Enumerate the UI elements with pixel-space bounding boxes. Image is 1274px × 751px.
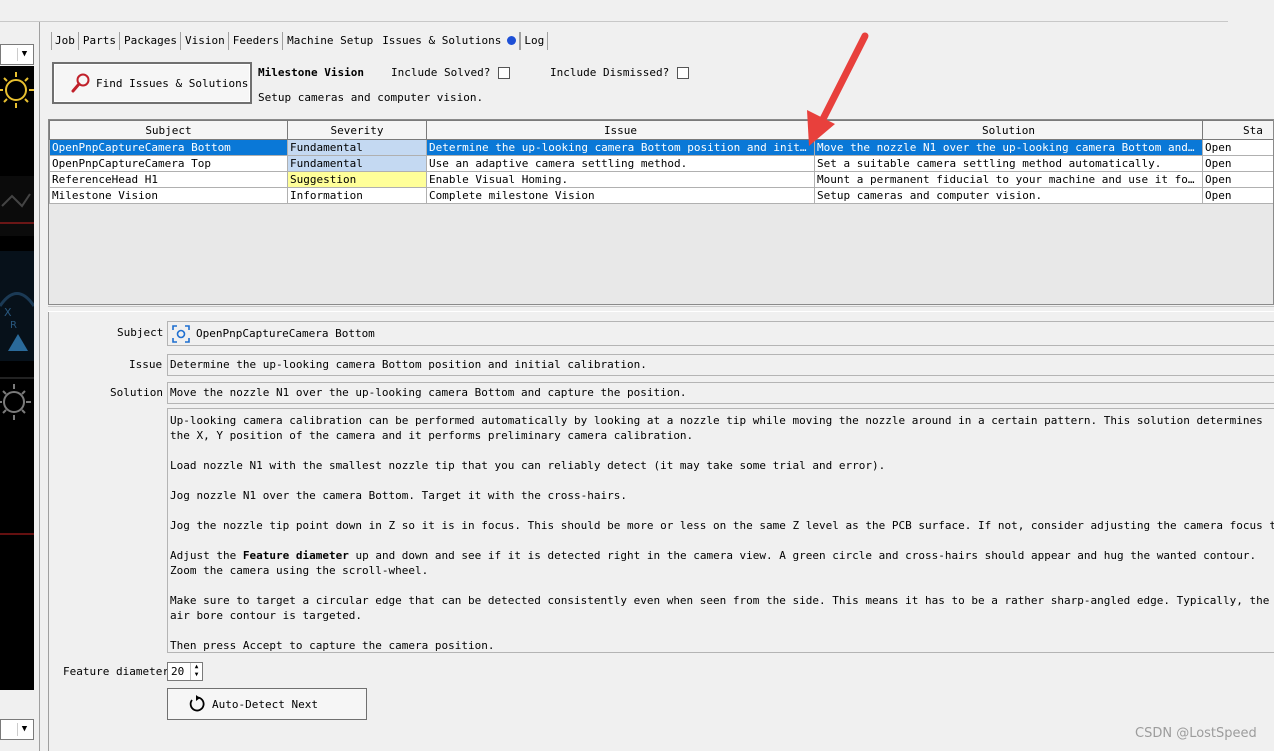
cell-state: Open <box>1202 187 1273 204</box>
include-solved-label: Include Solved? <box>391 66 491 79</box>
subject-label: Subject <box>117 326 164 339</box>
refresh-icon <box>189 695 205 712</box>
status-dot-icon <box>507 36 517 45</box>
cell-solution: Setup cameras and computer vision. <box>814 187 1203 204</box>
auto-detect-label: Auto-Detect Next <box>212 697 318 711</box>
tab-packages[interactable]: Packages <box>120 32 181 50</box>
table-row[interactable]: OpenPnpCaptureCamera Top Fundamental Use… <box>49 155 1273 172</box>
subject-field: OpenPnpCaptureCamera Bottom <box>167 321 1274 346</box>
chevron-down-icon[interactable]: ▼ <box>17 48 31 61</box>
watermark-text: CSDN @LostSpeed <box>1135 726 1257 741</box>
tab-vision[interactable]: Vision <box>181 32 229 50</box>
instruction-paragraph: Make sure to target a circular edge that… <box>170 594 1270 622</box>
instructions-text[interactable]: Up-looking camera calibration can be per… <box>167 408 1274 653</box>
solution-label: Solution <box>110 386 163 399</box>
instruction-paragraph: Load nozzle N1 with the smallest nozzle … <box>170 459 886 472</box>
issue-detail-panel: Subject OpenPnpCaptureCamera Bottom Issu… <box>48 312 1274 751</box>
tab-feeders[interactable]: Feeders <box>229 32 284 50</box>
feature-diameter-label: Feature diameter <box>63 665 169 678</box>
include-dismissed-label: Include Dismissed? <box>550 66 670 79</box>
auto-detect-next-button[interactable]: Auto-Detect Next <box>167 688 367 720</box>
cell-state: Open <box>1202 155 1273 172</box>
cell-issue: Use an adaptive camera settling method. <box>426 155 815 172</box>
table-row[interactable]: ReferenceHead H1 Suggestion Enable Visua… <box>49 171 1273 188</box>
find-issues-button[interactable]: Find Issues & Solutions <box>52 62 252 104</box>
table-row[interactable]: OpenPnpCaptureCamera Bottom Fundamental … <box>49 139 1273 156</box>
include-dismissed-checkbox[interactable] <box>677 66 690 79</box>
instruction-paragraph: Adjust the Feature diameter up and down … <box>170 549 1257 577</box>
cell-subject: Milestone Vision <box>49 187 288 204</box>
milestone-description: Setup cameras and computer vision. <box>258 91 484 104</box>
instruction-paragraph: Up-looking camera calibration can be per… <box>170 414 1263 442</box>
camera-mode-combo[interactable]: ▼ <box>0 719 34 740</box>
tab-issues-and-solutions[interactable]: Issues & Solutions <box>376 32 521 50</box>
main-panel: Job Parts Packages Vision Feeders Machin… <box>46 0 1274 751</box>
include-solved-checkbox[interactable] <box>498 66 511 79</box>
instruction-paragraph: Jog nozzle N1 over the camera Bottom. Ta… <box>170 489 627 502</box>
column-header-solution[interactable]: Solution <box>814 120 1203 140</box>
chevron-down-icon[interactable]: ▼ <box>17 723 31 736</box>
cell-subject: ReferenceHead H1 <box>49 171 288 188</box>
milestone-title: Milestone Vision <box>258 66 364 79</box>
issues-table[interactable]: Subject Severity Issue Solution Sta Open… <box>48 119 1274 305</box>
instruction-paragraph: Then press Accept to capture the camera … <box>170 639 495 652</box>
find-issues-label: Find Issues & Solutions <box>96 76 249 90</box>
include-dismissed-option: Include Dismissed? <box>550 66 690 79</box>
svg-text:R: R <box>10 320 17 331</box>
tab-job[interactable]: Job <box>51 32 79 50</box>
cell-state: Open <box>1202 171 1273 188</box>
cell-issue: Enable Visual Homing. <box>426 171 815 188</box>
column-header-severity[interactable]: Severity <box>287 120 427 140</box>
tab-machine-setup[interactable]: Machine Setup <box>283 32 376 50</box>
column-header-subject[interactable]: Subject <box>49 120 288 140</box>
cell-severity: Fundamental <box>287 139 427 156</box>
camera-target-icon <box>172 324 190 343</box>
cell-issue: Determine the up-looking camera Bottom p… <box>426 139 815 156</box>
tab-log[interactable]: Log <box>520 32 549 50</box>
tab-parts[interactable]: Parts <box>79 32 120 50</box>
search-icon <box>71 73 90 93</box>
cell-issue: Complete milestone Vision <box>426 187 815 204</box>
subject-value: OpenPnpCaptureCamera Bottom <box>196 327 375 340</box>
include-solved-option: Include Solved? <box>391 66 511 79</box>
svg-text:X: X <box>4 306 12 319</box>
feature-diameter-value: 20 <box>171 665 185 678</box>
camera-view[interactable]: X R <box>0 66 34 690</box>
solution-field: Move the nozzle N1 over the up-looking c… <box>167 382 1274 404</box>
cell-solution: Set a suitable camera settling method au… <box>814 155 1203 172</box>
spinner-arrows-icon[interactable]: ▲ ▼ <box>190 663 202 680</box>
column-header-issue[interactable]: Issue <box>426 120 815 140</box>
cell-subject: OpenPnpCaptureCamera Bottom <box>49 139 288 156</box>
table-header-row: Subject Severity Issue Solution Sta <box>49 120 1273 140</box>
cell-solution: Mount a permanent fiducial to your machi… <box>814 171 1203 188</box>
camera-panel: ▼ X R ▼ <box>0 0 40 751</box>
tab-bar: Job Parts Packages Vision Feeders Machin… <box>51 32 549 50</box>
cell-severity: Suggestion <box>287 171 427 188</box>
cell-subject: OpenPnpCaptureCamera Top <box>49 155 288 172</box>
feature-diameter-spinner[interactable]: 20 ▲ ▼ <box>167 662 203 681</box>
camera-feed-image: X R <box>0 66 34 690</box>
table-row[interactable]: Milestone Vision Information Complete mi… <box>49 187 1273 204</box>
instruction-paragraph: Jog the nozzle tip point down in Z so it… <box>170 519 1274 532</box>
column-header-state[interactable]: Sta <box>1202 120 1273 140</box>
issue-label: Issue <box>129 358 163 371</box>
cell-solution: Move the nozzle N1 over the up-looking c… <box>814 139 1203 156</box>
cell-state: Open <box>1202 139 1273 156</box>
cell-severity: Fundamental <box>287 155 427 172</box>
cell-severity: Information <box>287 187 427 204</box>
camera-select-combo[interactable]: ▼ <box>0 44 34 65</box>
issue-field: Determine the up-looking camera Bottom p… <box>167 354 1274 376</box>
